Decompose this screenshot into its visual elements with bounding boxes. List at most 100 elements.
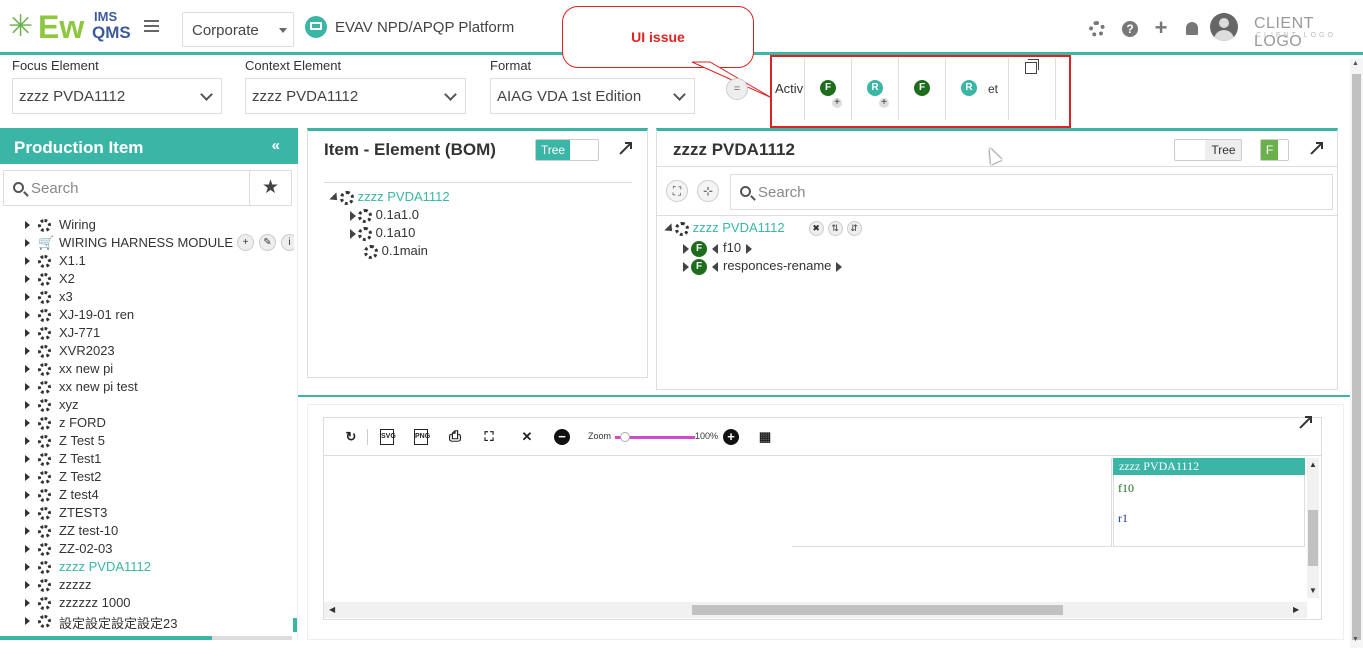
search-input[interactable]: Search bbox=[730, 174, 1333, 210]
expand-icon[interactable] bbox=[618, 142, 632, 156]
arrow-right-icon[interactable] bbox=[836, 261, 843, 272]
zoom-out-icon[interactable]: − bbox=[554, 429, 570, 445]
tree-item[interactable]: zzzz PVDA1112 bbox=[0, 558, 294, 576]
scrollbar-thumb[interactable] bbox=[1308, 510, 1318, 566]
fit-screen-icon[interactable]: ⛶ bbox=[481, 429, 497, 445]
tree-item[interactable]: z FORD bbox=[0, 414, 294, 432]
diagram-node-body[interactable]: f10 r1 bbox=[1113, 475, 1305, 547]
expand-arrow-icon[interactable] bbox=[25, 545, 30, 553]
tree-item[interactable]: X1.1 bbox=[0, 252, 294, 270]
print-icon[interactable]: ⎙ bbox=[447, 429, 463, 445]
expand-arrow-icon[interactable] bbox=[25, 491, 30, 499]
expand-arrow-icon[interactable] bbox=[25, 419, 30, 427]
vertical-scrollbar[interactable]: ▲ ▼ bbox=[1307, 458, 1319, 598]
tree-item[interactable]: x3 bbox=[0, 288, 294, 306]
scroll-up-icon[interactable]: ▲ bbox=[1352, 60, 1359, 67]
context-element-select[interactable]: zzzz PVDA1112 bbox=[245, 78, 466, 114]
help-icon[interactable]: ? bbox=[1122, 21, 1138, 37]
expand-arrow-icon[interactable] bbox=[25, 473, 30, 481]
collapse-all-icon[interactable]: ⊹ bbox=[697, 180, 719, 202]
expand-arrow-icon[interactable] bbox=[25, 257, 30, 265]
page-scrollbar[interactable]: ▲ ▼ bbox=[1350, 58, 1363, 648]
bom-root-node[interactable]: zzzz PVDA1112 bbox=[329, 189, 450, 205]
format-select[interactable]: AIAG VDA 1st Edition bbox=[490, 78, 695, 114]
horizontal-scrollbar[interactable] bbox=[0, 636, 212, 640]
focus-element-select[interactable]: zzzz PVDA1112 bbox=[12, 78, 222, 114]
scroll-right-icon[interactable]: ▶ bbox=[1293, 605, 1299, 614]
fullscreen-icon[interactable]: ✕ bbox=[519, 429, 535, 445]
arrow-right-icon[interactable] bbox=[746, 243, 753, 254]
tree-item[interactable]: XJ-19-01 ren bbox=[0, 306, 294, 324]
expand-arrow-icon[interactable] bbox=[25, 383, 30, 391]
tree-item[interactable]: X2 bbox=[0, 270, 294, 288]
tree-item[interactable]: xyz bbox=[0, 396, 294, 414]
expand-arrow-icon[interactable] bbox=[25, 509, 30, 517]
function-node[interactable]: Fresponces-rename bbox=[683, 258, 847, 275]
diagram-node-title[interactable]: zzzz PVDA1112 bbox=[1113, 458, 1305, 475]
tree-item[interactable]: zzzzz bbox=[0, 576, 294, 594]
expand-arrow-icon[interactable] bbox=[25, 293, 30, 301]
add-icon[interactable]: + bbox=[1152, 17, 1170, 39]
tree-item[interactable]: xx new pi test bbox=[0, 378, 294, 396]
tree-item[interactable]: Z Test1 bbox=[0, 450, 294, 468]
scrollbar-thumb[interactable] bbox=[692, 605, 1063, 615]
activity-cell-4[interactable]: R bbox=[945, 58, 1008, 120]
expand-icon[interactable] bbox=[1298, 416, 1312, 430]
avatar[interactable] bbox=[1210, 13, 1238, 41]
scroll-up-icon[interactable]: ▲ bbox=[1309, 460, 1317, 469]
sort-icon[interactable]: ⇅ bbox=[827, 221, 843, 237]
scrollbar[interactable] bbox=[293, 618, 297, 632]
expand-arrow-icon[interactable] bbox=[25, 329, 30, 337]
edit-icon[interactable]: ✎ bbox=[259, 234, 276, 251]
arrow-left-icon[interactable] bbox=[712, 243, 718, 254]
tree-item[interactable]: zzzzzz 1000 bbox=[0, 594, 294, 612]
detail-root-node[interactable]: zzzz PVDA1112 ✖ ⇅ ⇵ bbox=[664, 220, 862, 237]
activity-cell-3[interactable]: F bbox=[898, 58, 945, 120]
info-icon[interactable]: i bbox=[281, 234, 294, 251]
expand-arrow-icon[interactable] bbox=[25, 221, 30, 229]
hamburger-menu-icon[interactable] bbox=[144, 20, 159, 32]
expand-arrow-icon[interactable] bbox=[25, 563, 30, 571]
tree-item[interactable]: Z Test 5 bbox=[0, 432, 294, 450]
scrollbar-thumb[interactable] bbox=[1352, 74, 1361, 640]
zoom-slider-handle[interactable] bbox=[620, 432, 631, 442]
favorite-star-icon[interactable]: ★ bbox=[250, 170, 292, 206]
cut-icon[interactable]: ✖ bbox=[808, 221, 824, 237]
collapse-icon[interactable]: « bbox=[272, 137, 280, 154]
expand-arrow-icon[interactable] bbox=[25, 455, 30, 463]
expand-arrow-icon[interactable] bbox=[25, 599, 30, 607]
expand-arrow-icon[interactable] bbox=[25, 581, 30, 589]
arrow-left-icon[interactable] bbox=[712, 261, 718, 272]
grid-icon[interactable]: ▦ bbox=[757, 429, 773, 445]
expand-arrow-icon[interactable] bbox=[25, 239, 30, 247]
bom-child-node[interactable]: 0.1a10 bbox=[350, 225, 415, 241]
refresh-icon[interactable]: ↻ bbox=[343, 429, 359, 445]
tree-item[interactable]: xx new pi bbox=[0, 360, 294, 378]
bom-child-node[interactable]: 0.1main bbox=[364, 243, 428, 259]
tree-item[interactable]: XJ-771 bbox=[0, 324, 294, 342]
scroll-left-icon[interactable]: ◀ bbox=[329, 605, 335, 614]
sort-alt-icon[interactable]: ⇵ bbox=[846, 221, 862, 237]
expand-arrow-icon[interactable] bbox=[25, 275, 30, 283]
function-node[interactable]: Ff10 bbox=[683, 240, 757, 257]
expand-arrow-icon[interactable] bbox=[25, 437, 30, 445]
expand-icon[interactable] bbox=[1309, 142, 1323, 156]
settings-icon[interactable] bbox=[1089, 21, 1105, 37]
bell-icon[interactable] bbox=[1186, 22, 1198, 35]
search-input[interactable]: Search bbox=[3, 170, 250, 206]
expand-arrow-icon[interactable] bbox=[25, 347, 30, 355]
activity-cell-2[interactable]: R + bbox=[851, 58, 898, 120]
expand-arrow-icon[interactable] bbox=[25, 401, 30, 409]
copy-icon[interactable] bbox=[1025, 59, 1039, 74]
bom-child-node[interactable]: 0.1a1.0 bbox=[350, 207, 419, 223]
expand-arrow-icon[interactable] bbox=[25, 527, 30, 535]
horizontal-scrollbar[interactable]: ◀ ▶ bbox=[324, 602, 1307, 618]
app-logo[interactable]: ✳ Ew IMS QMS bbox=[8, 8, 131, 46]
add-small-icon[interactable]: + bbox=[879, 98, 889, 108]
scroll-down-icon[interactable]: ▼ bbox=[1352, 636, 1359, 643]
activity-cell-1[interactable]: F + bbox=[804, 58, 851, 120]
equal-icon[interactable]: = bbox=[726, 78, 748, 100]
tree-item[interactable]: ZZ-02-03 bbox=[0, 540, 294, 558]
tree-item[interactable]: ZTEST3 bbox=[0, 504, 294, 522]
tree-toggle[interactable]: Tree bbox=[1174, 139, 1242, 161]
